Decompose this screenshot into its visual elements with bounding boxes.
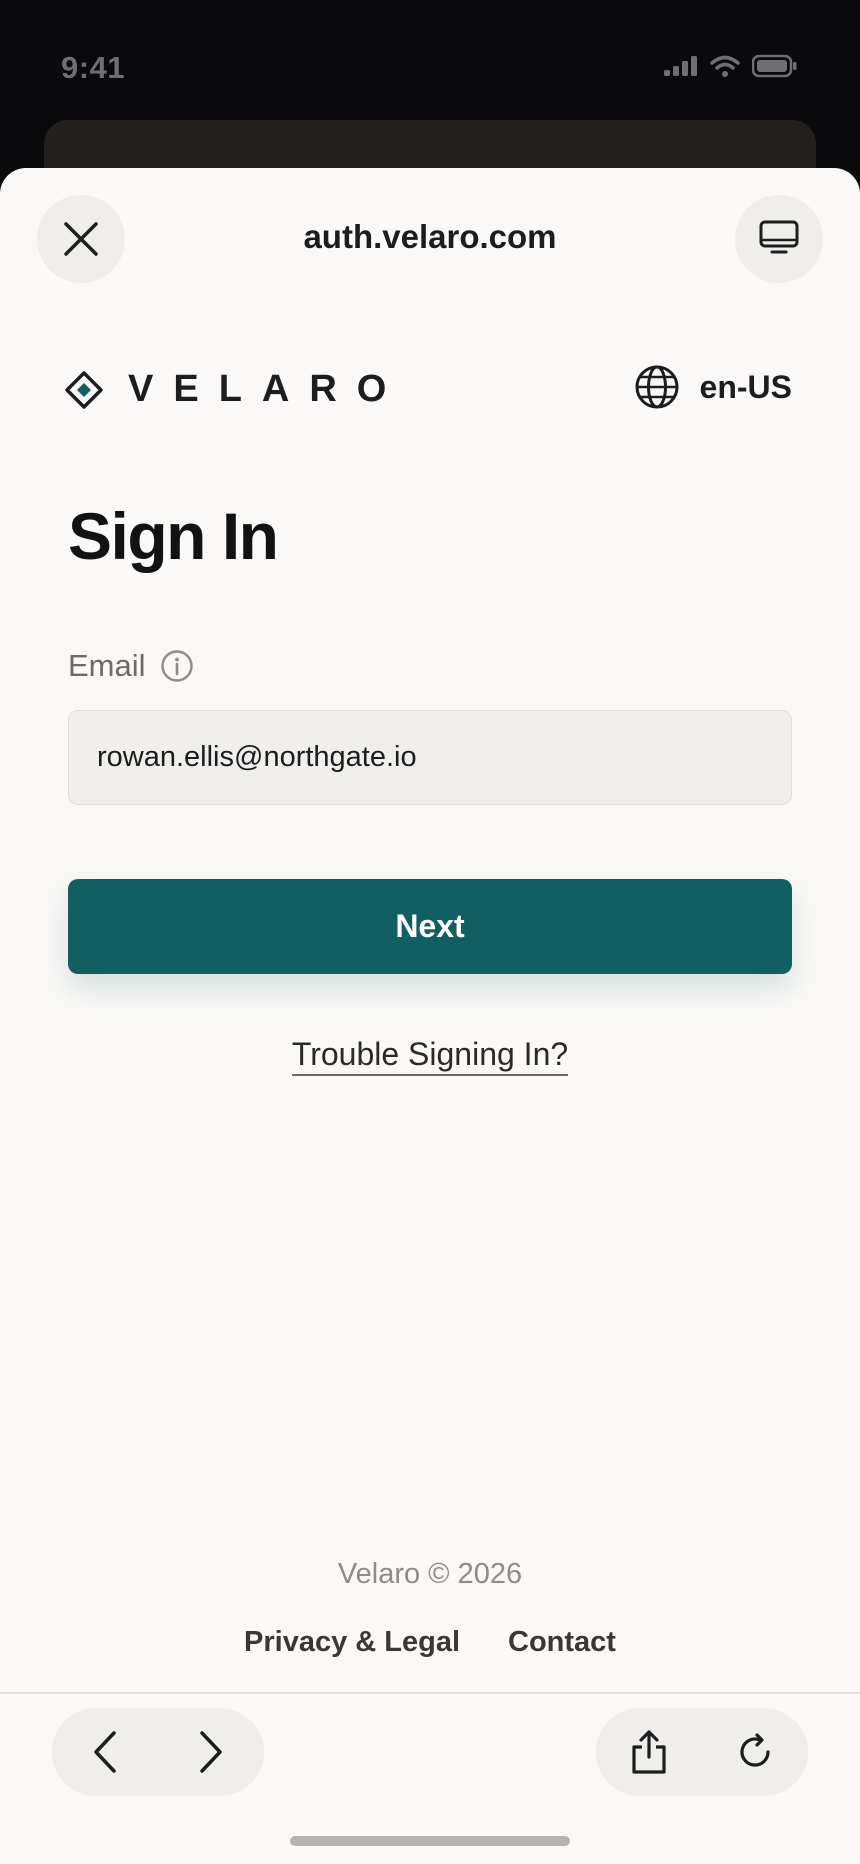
battery-icon: [752, 54, 797, 78]
auth-sheet: auth.velaro.com VELARO en-US Sign In Ema…: [0, 168, 860, 1864]
share-icon: [632, 1730, 666, 1774]
status-icons: [664, 54, 798, 78]
monitor-icon: [759, 220, 799, 254]
info-icon[interactable]: [160, 649, 194, 683]
contact-link[interactable]: Contact: [508, 1626, 616, 1659]
brand-logo: VELARO: [64, 368, 406, 411]
trouble-signing-in-link[interactable]: Trouble Signing In?: [291, 1036, 569, 1076]
trouble-signing-in-link-row: Trouble Signing In?: [0, 1036, 860, 1076]
language-label: en-US: [699, 368, 792, 405]
browser-domain: auth.velaro.com: [303, 218, 557, 255]
email-field[interactable]: rowan.ellis@northgate.io: [68, 710, 792, 805]
language-selector[interactable]: en-US: [634, 364, 792, 410]
copyright-text: Velaro © 2026: [337, 1558, 523, 1590]
wifi-icon: [710, 55, 740, 77]
back-button[interactable]: [75, 1722, 135, 1782]
forward-button[interactable]: [181, 1722, 241, 1782]
diamond-logo-icon: [65, 370, 103, 409]
status-bar: 9:41: [0, 0, 860, 120]
privacy-legal-link[interactable]: Privacy & Legal: [244, 1626, 460, 1659]
brand-name: VELARO: [128, 368, 407, 410]
actions-pill: [596, 1708, 808, 1796]
toolbar-divider: [0, 1692, 860, 1694]
email-label: Email: [68, 648, 146, 683]
chevron-right-icon: [200, 1731, 222, 1773]
signal-icon: [664, 56, 697, 76]
share-button[interactable]: [619, 1722, 679, 1782]
reload-icon: [740, 1733, 770, 1767]
home-indicator[interactable]: [290, 1836, 570, 1846]
next-button[interactable]: Next: [68, 879, 792, 974]
footer-links: Privacy & Legal Contact: [0, 1626, 860, 1659]
globe-icon: [635, 365, 679, 409]
chevron-left-icon: [94, 1731, 116, 1773]
page-title: Sign In: [68, 499, 279, 573]
reload-button[interactable]: [725, 1722, 785, 1782]
status-time: 9:41: [61, 50, 126, 85]
email-label-row: Email: [68, 648, 194, 684]
device-button[interactable]: [735, 195, 823, 283]
navigation-pill: [52, 1708, 264, 1796]
